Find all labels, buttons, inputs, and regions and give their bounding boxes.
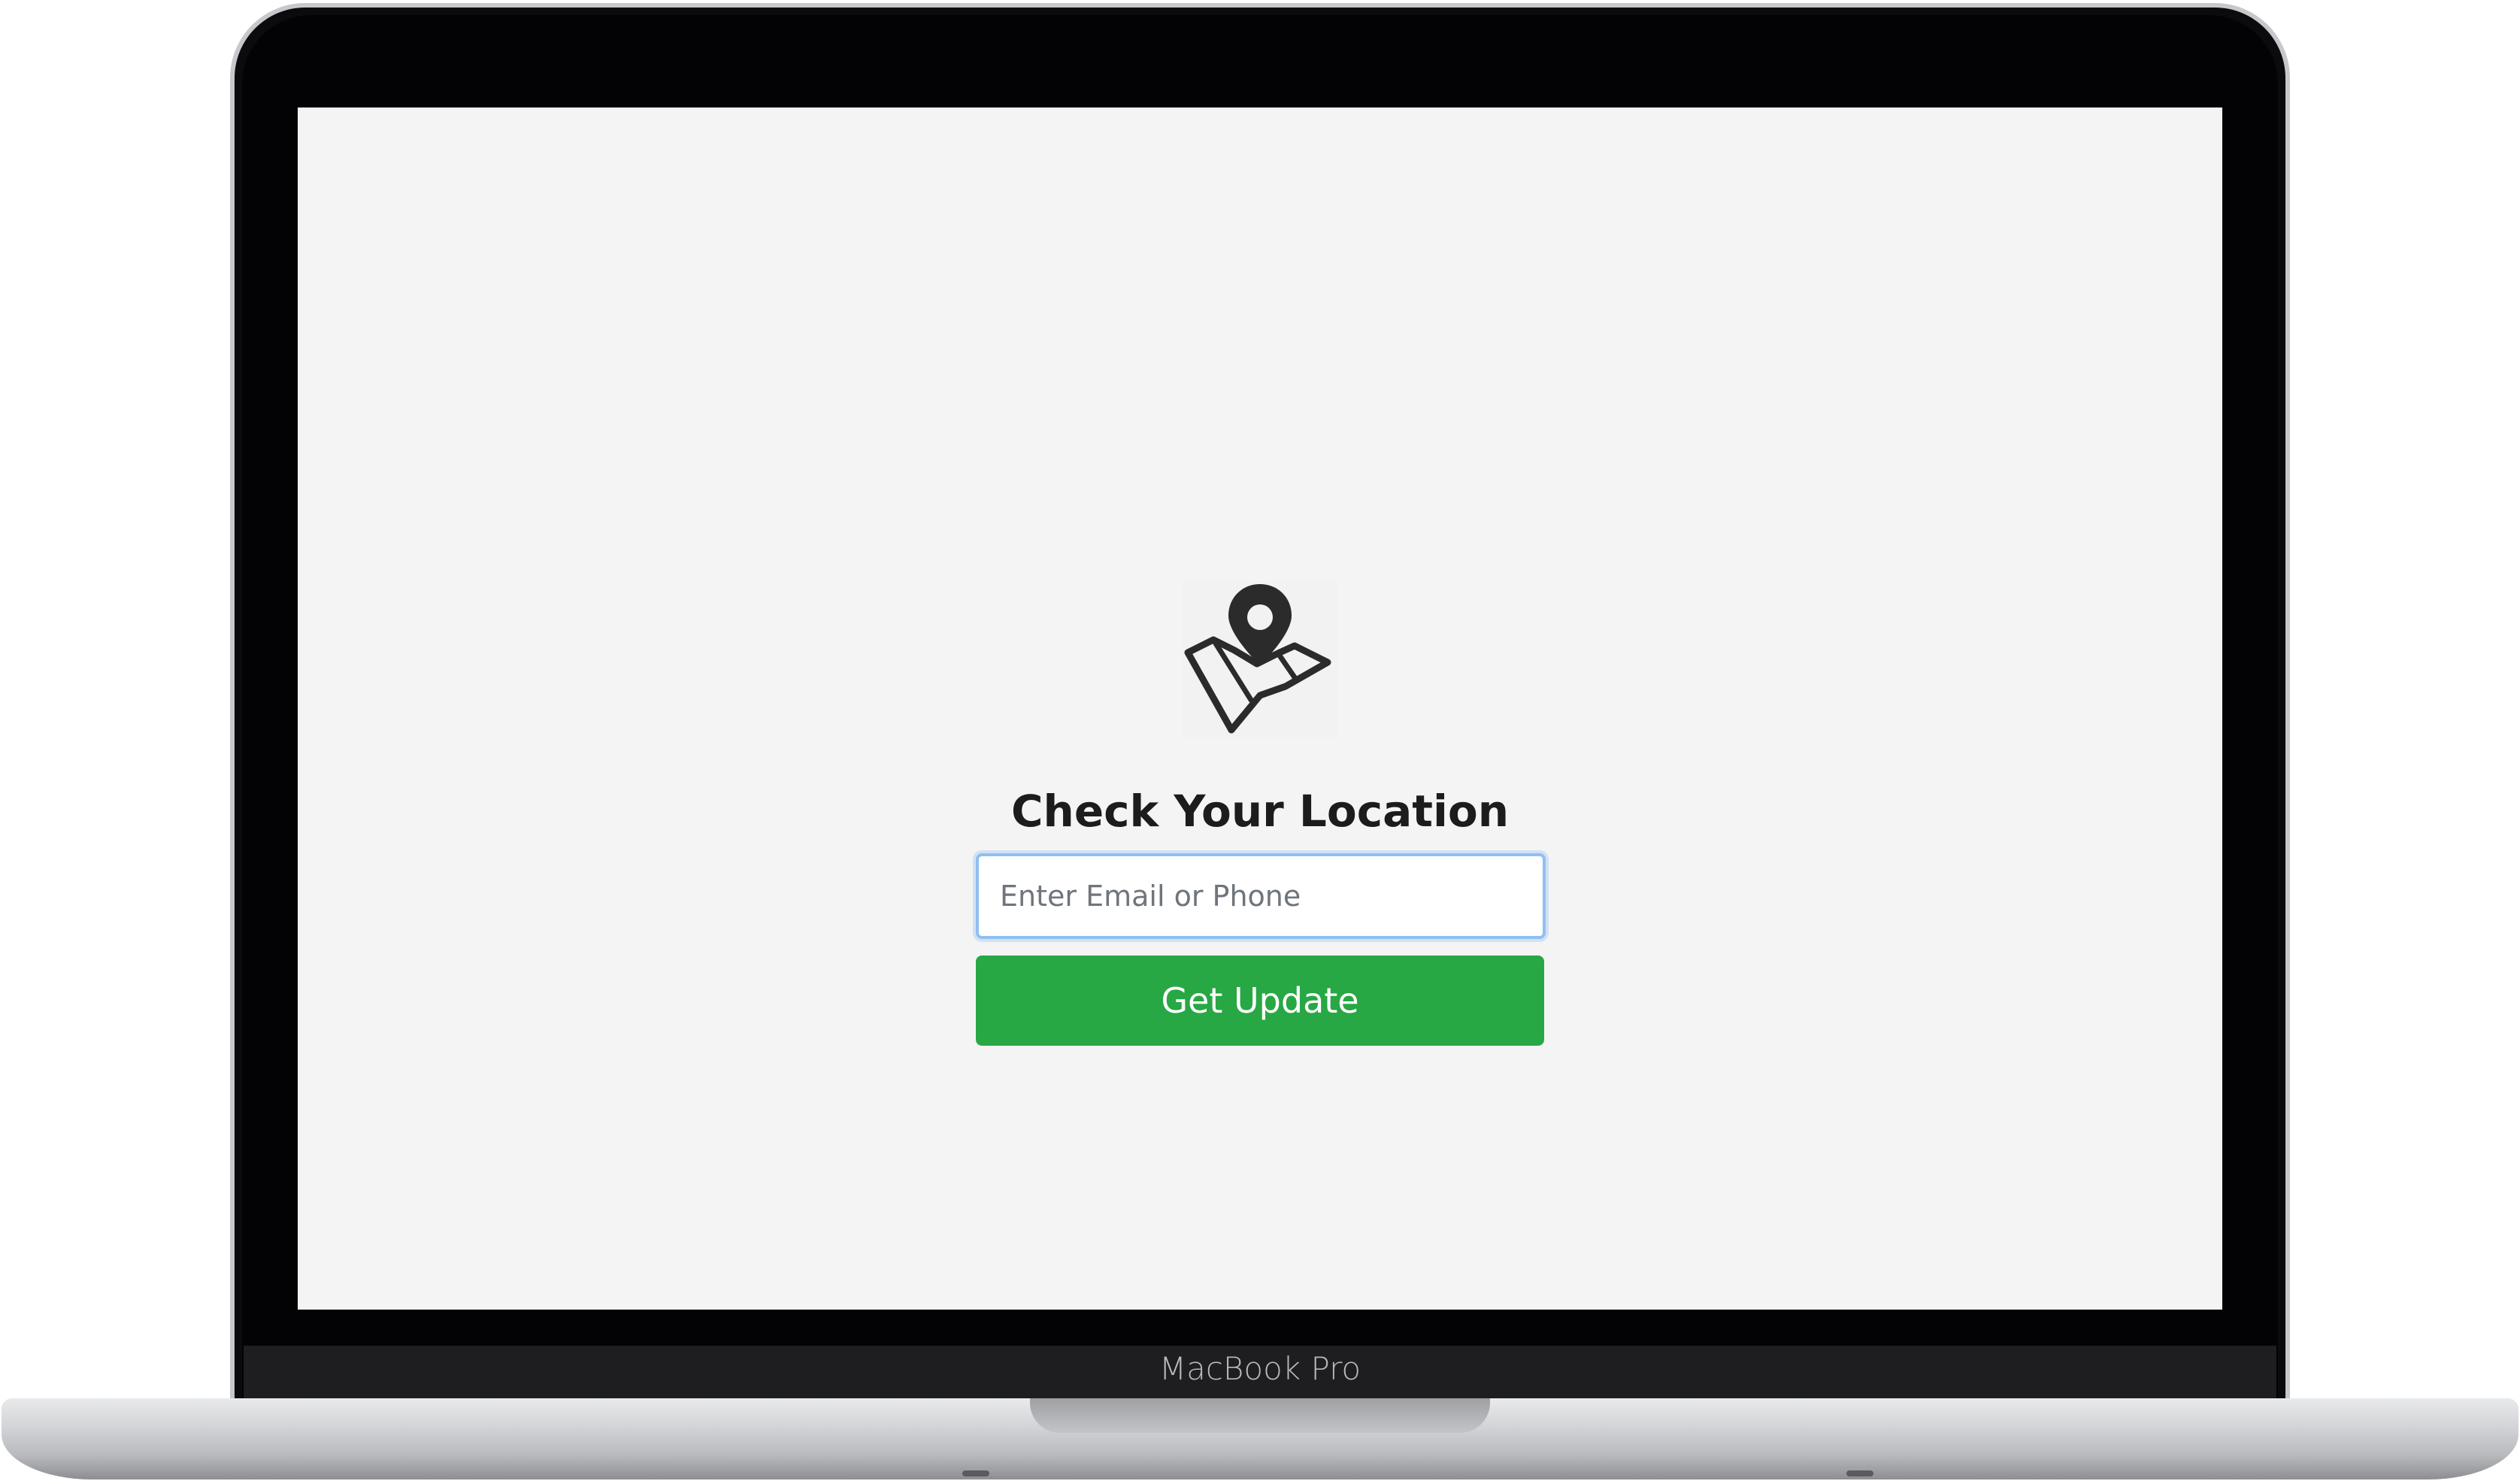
laptop-foot — [1846, 1470, 1873, 1476]
location-check-page: Check Your Location Get Update — [298, 108, 2222, 1310]
page-title: Check Your Location — [1010, 786, 1509, 837]
email-or-phone-input[interactable] — [976, 853, 1546, 939]
map-pin-icon — [1182, 581, 1338, 737]
laptop-mockup: Check Your Location Get Update MacBook P… — [0, 0, 2520, 1484]
device-brand-label: MacBook Pro — [1159, 1350, 1361, 1387]
laptop-hinge-notch — [1030, 1398, 1490, 1433]
get-update-button[interactable]: Get Update — [976, 956, 1544, 1046]
laptop-foot — [962, 1470, 989, 1476]
laptop-screen: Check Your Location Get Update — [298, 108, 2222, 1310]
